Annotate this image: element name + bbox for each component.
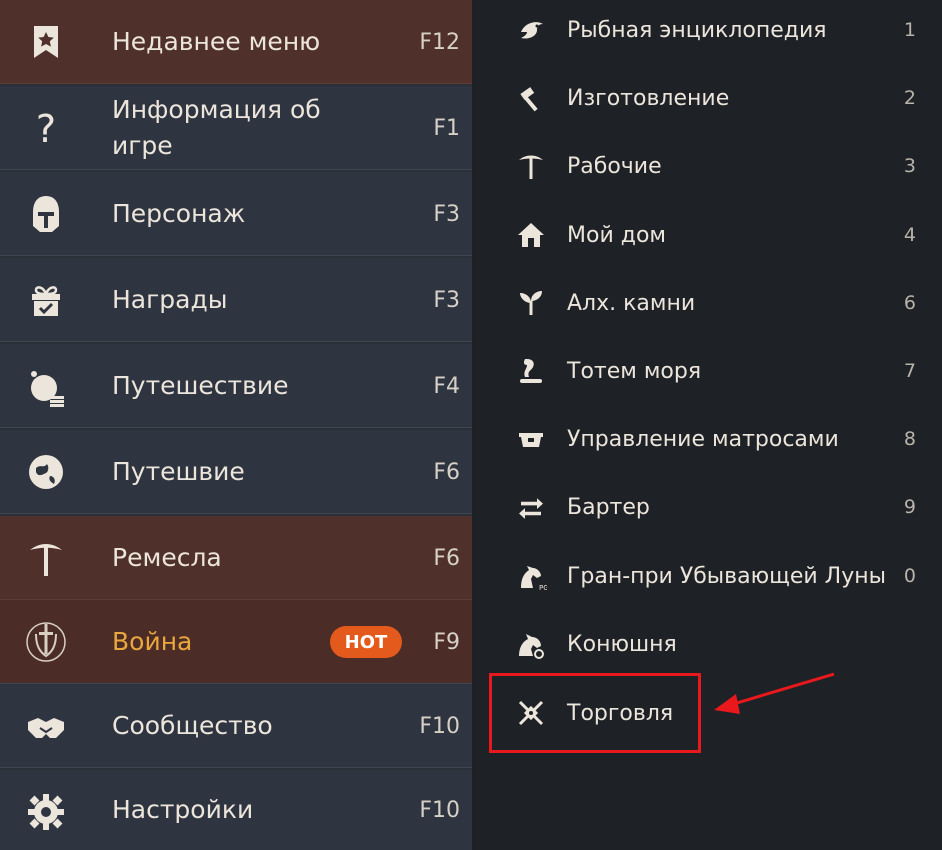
submenu-item-label: Рабочие: [567, 153, 662, 179]
hotkey-label: 4: [903, 224, 916, 246]
hotkey-label: 8: [903, 428, 916, 450]
submenu-item-label: Изготовление: [567, 85, 730, 111]
menu-item-travel[interactable]: Путешествие F4: [0, 344, 472, 428]
hotkey-label: F10: [419, 713, 460, 739]
submenu-item-label: Бартер: [567, 494, 650, 520]
submenu-item-workers[interactable]: Рабочие 3: [475, 136, 942, 196]
sword-shield-icon: [22, 618, 70, 666]
hotkey-label: F6: [433, 545, 460, 571]
submenu-item-sailor-management[interactable]: Управление матросами 8: [475, 409, 942, 469]
swap-arrows-icon: [515, 491, 547, 523]
submenu-item-label: Рыбная энциклопедия: [567, 17, 827, 43]
svg-text:?: ?: [36, 107, 56, 151]
hotkey-label: F10: [419, 797, 460, 823]
hotkey-label: F9: [433, 629, 460, 655]
knight-helmet-icon: [22, 190, 70, 238]
sprout-icon: [515, 287, 547, 319]
question-icon: ?: [22, 104, 70, 152]
submenu-item-label: Конюшня: [567, 631, 677, 657]
submenu-item-alchemy-stones[interactable]: Алх. камни 6: [475, 273, 942, 333]
pickaxe-icon: [22, 534, 70, 582]
hotkey-label: F3: [433, 201, 460, 227]
horse-race-icon: PG: [515, 560, 549, 592]
menu-item-label: Персонаж: [112, 199, 246, 228]
hammer-icon: [515, 82, 547, 114]
gift-box-icon: [22, 276, 70, 324]
menu-item-label: Путешвие: [112, 457, 245, 486]
coin-globe-icon: [22, 362, 70, 410]
menu-item-label: Путешествие: [112, 371, 289, 400]
menu-item-rewards[interactable]: Награды F3: [0, 258, 472, 342]
menu-item-label: Ремесла: [112, 543, 222, 572]
hotkey-label: 2: [903, 87, 916, 109]
hotkey-label: F1: [433, 115, 460, 141]
submenu-item-grand-prix[interactable]: PG Гран-при Убывающей Луны 0: [475, 546, 942, 606]
highlight-box: [489, 673, 701, 753]
submenu-item-crafting[interactable]: Изготовление 2: [475, 68, 942, 128]
hotkey-label: 9: [903, 496, 916, 518]
menu-item-label: Сообщество: [112, 711, 273, 740]
submenu-item-label: Мой дом: [567, 222, 666, 248]
ship-chest-icon: [515, 423, 547, 455]
hotkey-label: F12: [419, 29, 460, 55]
hot-badge: HOT: [330, 626, 402, 658]
submenu-item-barter[interactable]: Бартер 9: [475, 477, 942, 537]
menu-item-label: Недавнее меню: [112, 27, 321, 56]
menu-item-journey[interactable]: Путешвие F6: [0, 430, 472, 514]
sea-totem-icon: [515, 355, 547, 387]
handshake-icon: [22, 702, 70, 750]
stable-horse-icon: [515, 628, 547, 660]
menu-item-character[interactable]: Персонаж F3: [0, 172, 472, 256]
submenu-item-label: Тотем моря: [567, 358, 702, 384]
hotkey-label: F3: [433, 287, 460, 313]
menu-item-settings[interactable]: Настройки F10: [0, 770, 472, 850]
hotkey-label: 0: [903, 565, 916, 587]
menu-item-label: Настройки: [112, 795, 254, 824]
hotkey-label: F6: [433, 459, 460, 485]
submenu-item-label: Алх. камни: [567, 290, 696, 316]
menu-item-game-info[interactable]: ? Информация об игре F1: [0, 86, 472, 170]
gear-icon: [22, 788, 70, 836]
hotkey-label: 7: [903, 360, 916, 382]
submenu-item-sea-totem[interactable]: Тотем моря 7: [475, 341, 942, 401]
menu-item-label: Информация об игре: [112, 95, 321, 160]
svg-text:PG: PG: [539, 584, 547, 592]
menu-item-war[interactable]: Война HOT F9: [0, 600, 472, 684]
hotkey-label: 1: [903, 19, 916, 41]
pointer-arrow: [714, 672, 835, 714]
menu-item-recent[interactable]: Недавнее меню F12: [0, 0, 472, 84]
menu-item-label: Награды: [112, 285, 228, 314]
worker-pickaxe-icon: [515, 150, 547, 182]
hotkey-label: 3: [903, 155, 916, 177]
bookmark-star-icon: [22, 18, 70, 66]
fish-icon: [515, 14, 547, 46]
menu-item-community[interactable]: Сообщество F10: [0, 684, 472, 768]
house-icon: [515, 219, 547, 251]
menu-item-crafts[interactable]: Ремесла F6: [0, 516, 472, 600]
hotkey-label: F4: [433, 373, 460, 399]
world-map-icon: [22, 448, 70, 496]
submenu-item-label: Управление матросами: [567, 426, 839, 452]
submenu-item-fish-encyclopedia[interactable]: Рыбная энциклопедия 1: [475, 0, 942, 60]
submenu-item-label: Гран-при Убывающей Луны: [567, 563, 886, 589]
submenu-item-my-house[interactable]: Мой дом 4: [475, 205, 942, 265]
hotkey-label: 6: [903, 292, 916, 314]
